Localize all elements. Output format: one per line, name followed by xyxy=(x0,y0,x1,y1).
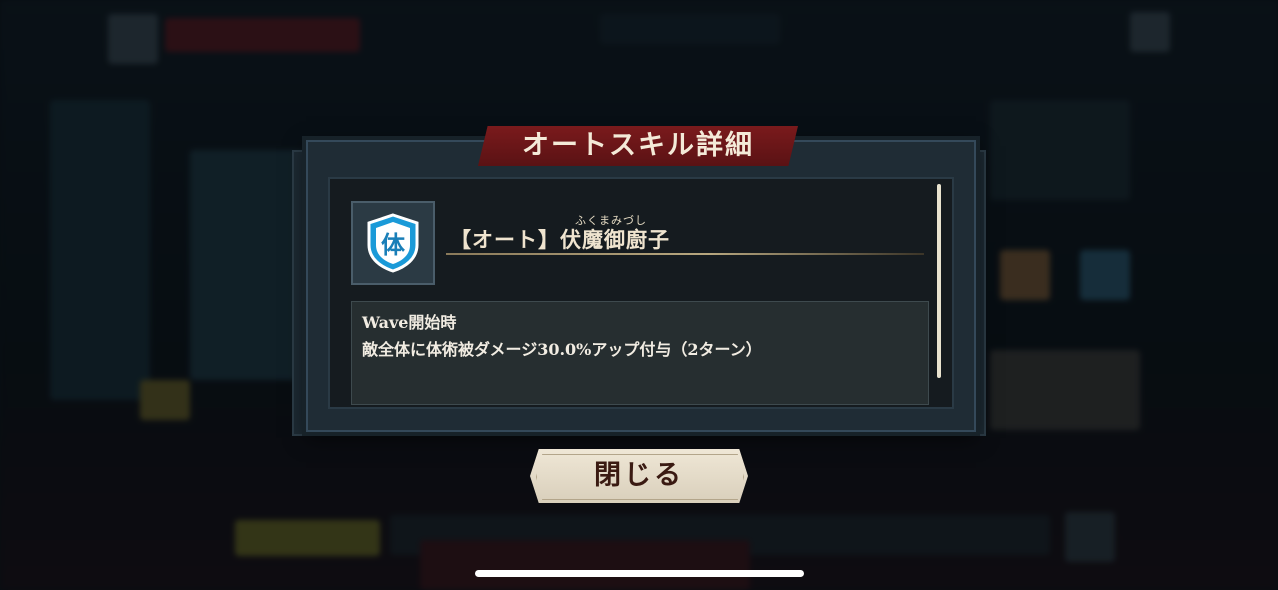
close-button-label[interactable]: 閉じる xyxy=(530,449,748,503)
dialog-title: オートスキル詳細 xyxy=(522,130,754,161)
home-indicator[interactable] xyxy=(475,570,804,577)
skill-name: 【オート】伏魔御廚子 xyxy=(450,227,670,252)
shield-glyph: 体 xyxy=(381,231,406,259)
shield-icon: 体 xyxy=(367,213,419,273)
skill-effect-text: 敵全体に体術被ダメージ30.0%アップ付与（2ターン） xyxy=(362,340,762,359)
scrollbar[interactable] xyxy=(937,184,941,378)
skill-trigger-text: Wave開始時 xyxy=(362,313,457,332)
skill-icon-frame: 体 xyxy=(351,201,435,285)
skill-name-divider xyxy=(446,253,924,255)
